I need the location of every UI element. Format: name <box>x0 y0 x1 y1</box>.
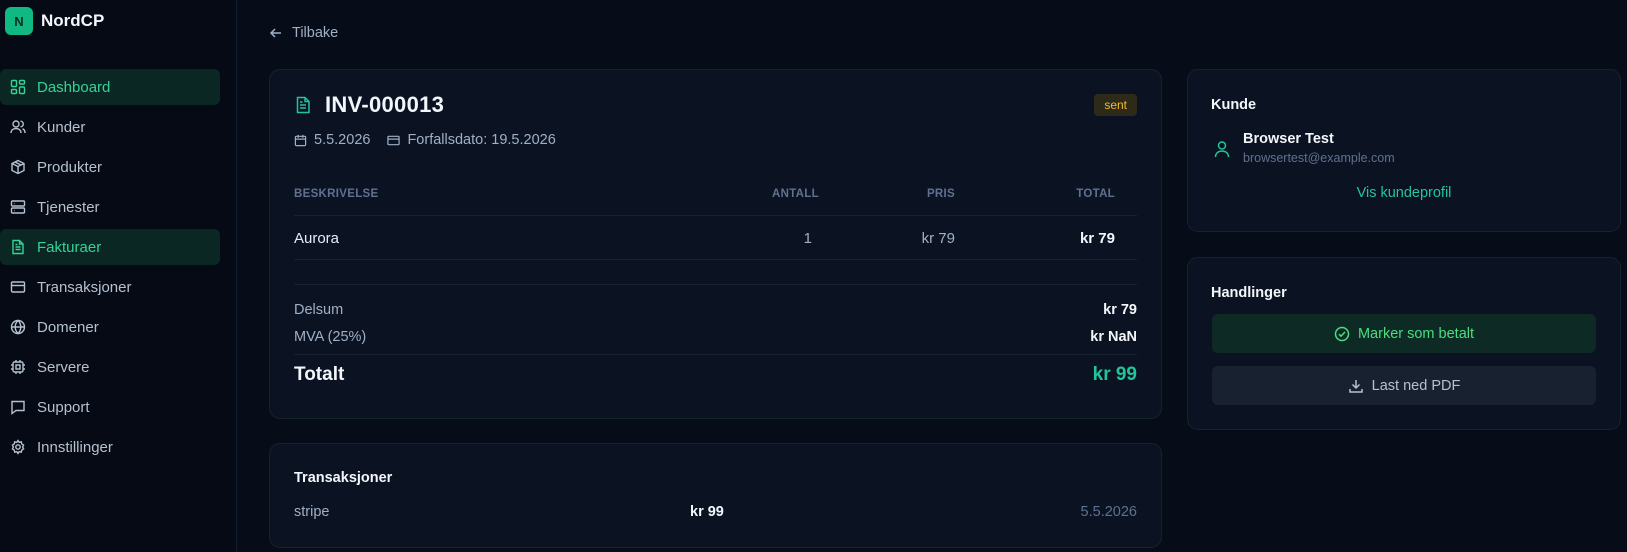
customer-email: browsertest@example.com <box>1243 151 1395 165</box>
subtotal-value: kr 79 <box>1103 302 1137 318</box>
globe-icon <box>10 319 26 335</box>
sidebar-item-label: Domener <box>37 318 99 336</box>
sidebar-item-label: Produkter <box>37 158 103 176</box>
sidebar-item-label: Dashboard <box>37 78 111 96</box>
divider <box>294 284 1137 285</box>
column-header-quantity: ANTALL <box>772 188 819 200</box>
sidebar-item-label: Kunder <box>37 118 86 136</box>
invoice-header: INV-000013 <box>294 92 444 118</box>
sidebar-item-dashboard[interactable]: Dashboard <box>0 69 220 105</box>
sidebar-item-kunder[interactable]: Kunder <box>0 109 220 145</box>
sidebar-item-fakturaer[interactable]: Fakturaer <box>0 229 220 265</box>
customer-title: Kunde <box>1211 97 1257 113</box>
transaction-date: 5.5.2026 <box>1080 504 1137 520</box>
mark-paid-label: Marker som betalt <box>1357 325 1475 342</box>
column-header-price: PRIS <box>926 188 955 200</box>
sidebar-item-domener[interactable]: Domener <box>0 309 220 345</box>
sidebar-item-label: Servere <box>37 358 90 376</box>
status-badge: sent <box>1094 94 1137 116</box>
sidebar: N NordCP Dashboard Kunder Produkter Tjen… <box>0 0 237 552</box>
vat-label: MVA (25%) <box>294 329 367 345</box>
invoice-date: 5.5.2026 <box>314 132 371 148</box>
invoice-icon <box>12 239 24 255</box>
vat-row: MVA (25%) kr NaN <box>294 329 1137 345</box>
gear-icon <box>11 439 25 455</box>
sidebar-item-label: Support <box>37 398 90 416</box>
invoice-dates: 5.5.2026 Forfallsdato: 19.5.2026 <box>294 132 556 148</box>
line-total: kr 79 <box>1079 230 1115 247</box>
customer-card: Kunde Browser Test browsertest@example.c… <box>1187 69 1621 232</box>
check-circle-icon <box>1334 326 1350 341</box>
due-date: Forfallsdato: 19.5.2026 <box>407 132 556 148</box>
column-header-description: BESKRIVELSE <box>294 188 379 200</box>
arrow-left-icon <box>269 28 281 38</box>
sidebar-item-produkter[interactable]: Produkter <box>0 149 220 185</box>
line-description: Aurora <box>294 230 340 247</box>
back-link[interactable]: Tilbake <box>269 25 338 41</box>
dashboard-icon <box>10 79 26 95</box>
divider <box>294 259 1137 260</box>
line-quantity: 1 <box>803 230 812 247</box>
invoice-icon <box>296 96 310 114</box>
actions-title: Handlinger <box>1211 285 1287 301</box>
credit-card-icon <box>387 135 401 145</box>
divider <box>294 215 1137 216</box>
total-value: kr 99 <box>1092 364 1137 385</box>
actions-card: Handlinger Marker som betalt Last ned PD… <box>1187 257 1621 430</box>
mark-paid-button[interactable]: Marker som betalt <box>1212 314 1596 353</box>
divider <box>294 354 1137 355</box>
sidebar-item-servere[interactable]: Servere <box>0 349 220 385</box>
brand[interactable]: N NordCP <box>5 7 104 35</box>
server-stack-icon <box>10 200 26 214</box>
cpu-icon <box>11 360 25 374</box>
download-icon <box>1348 379 1363 393</box>
invoice-card: INV-000013 sent 5.5.2026 Forfallsdato: 1… <box>269 69 1162 419</box>
sidebar-nav: Dashboard Kunder Produkter Tjenester Fak… <box>0 69 220 469</box>
sidebar-item-label: Innstillinger <box>37 438 113 456</box>
credit-card-icon <box>10 281 26 293</box>
sidebar-item-tjenester[interactable]: Tjenester <box>0 189 220 225</box>
brand-name: NordCP <box>41 11 105 30</box>
sidebar-item-support[interactable]: Support <box>0 389 220 425</box>
total-label: Totalt <box>294 364 345 385</box>
sidebar-item-innstillinger[interactable]: Innstillinger <box>0 429 220 465</box>
chat-icon <box>11 400 25 415</box>
transactions-title: Transaksjoner <box>294 470 393 486</box>
calendar-icon <box>294 134 307 146</box>
sidebar-item-transaksjoner[interactable]: Transaksjoner <box>0 269 220 305</box>
user-icon <box>1214 141 1230 158</box>
transaction-amount: kr 99 <box>690 504 724 520</box>
brand-logo: N <box>5 7 33 35</box>
subtotal-label: Delsum <box>294 302 344 318</box>
invoice-number: INV-000013 <box>325 92 445 117</box>
subtotal-row: Delsum kr 79 <box>294 302 1137 318</box>
customer-profile-link[interactable]: Vis kundeprofil <box>1188 185 1620 201</box>
line-price: kr 79 <box>921 230 955 247</box>
back-link-label: Tilbake <box>292 25 339 41</box>
sidebar-item-label: Tjenester <box>37 198 100 216</box>
package-icon <box>11 159 25 175</box>
download-pdf-button[interactable]: Last ned PDF <box>1212 366 1596 405</box>
column-header-total: TOTAL <box>1076 188 1115 200</box>
transaction-method: stripe <box>294 504 330 520</box>
customer-name: Browser Test <box>1243 131 1334 147</box>
download-pdf-label: Last ned PDF <box>1371 377 1461 394</box>
users-icon <box>10 120 26 134</box>
total-row: Totalt kr 99 <box>294 364 1137 386</box>
sidebar-item-label: Fakturaer <box>37 238 102 256</box>
sidebar-item-label: Transaksjoner <box>37 278 132 296</box>
vat-value: kr NaN <box>1090 329 1137 345</box>
transactions-card: Transaksjoner stripe kr 99 5.5.2026 <box>269 443 1162 548</box>
